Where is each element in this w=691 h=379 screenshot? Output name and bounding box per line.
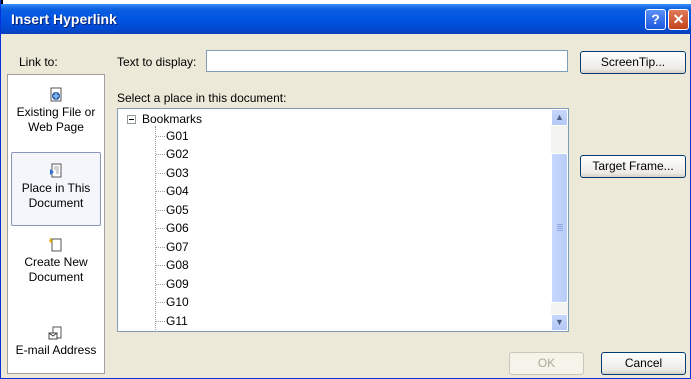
place-in-this-document[interactable]: Place in This Document: [11, 152, 101, 226]
tree-item[interactable]: G08: [166, 257, 189, 273]
tree-root-label: Bookmarks: [142, 112, 203, 126]
tree-item[interactable]: G11: [166, 313, 188, 329]
collapse-icon[interactable]: [127, 115, 136, 125]
place-in-this-document-line1: Place in This: [21, 181, 91, 195]
new-document-icon: [49, 237, 62, 252]
globe-document-icon: [50, 87, 62, 102]
tree-item[interactable]: G01: [166, 128, 189, 144]
place-email-address-line1: E-mail Address: [15, 343, 97, 357]
close-button[interactable]: ✕: [668, 9, 689, 30]
link-to-place-bar: Existing File or Web Page Place in This …: [7, 74, 105, 374]
dialog-title: Insert Hyperlink: [11, 11, 117, 27]
tree-item[interactable]: G03: [166, 165, 189, 181]
tree-item[interactable]: G02: [166, 146, 189, 162]
tree-item[interactable]: G04: [166, 183, 189, 199]
scroll-up-button[interactable]: ▲: [551, 109, 568, 126]
scroll-down-button[interactable]: ▼: [551, 314, 568, 331]
tree-root-bookmarks[interactable]: Bookmarks: [127, 111, 202, 127]
grip-icon: [557, 224, 563, 225]
place-existing-file-line2: Web Page: [28, 120, 84, 134]
place-tree[interactable]: Bookmarks G01 G02 G03 G04 G05 G06 G07 G0…: [117, 108, 569, 332]
tree-item[interactable]: G07: [166, 239, 189, 255]
cancel-button[interactable]: Cancel: [601, 352, 686, 375]
place-email-address[interactable]: E-mail Address: [8, 325, 104, 358]
help-button[interactable]: ?: [645, 9, 666, 30]
close-icon: ✕: [672, 11, 685, 27]
scroll-thumb[interactable]: [551, 153, 568, 303]
link-to-label: Link to:: [19, 55, 58, 69]
tree-item[interactable]: G05: [166, 202, 189, 218]
target-frame-button[interactable]: Target Frame...: [580, 155, 686, 178]
text-to-display-input[interactable]: [206, 50, 568, 72]
document-place-icon: [50, 163, 62, 178]
text-to-display-label: Text to display:: [117, 55, 197, 69]
place-existing-file[interactable]: Existing File or Web Page: [8, 87, 104, 135]
tree-item[interactable]: G10: [166, 294, 189, 310]
email-icon: [48, 326, 62, 340]
place-existing-file-line1: Existing File or: [16, 105, 96, 119]
place-create-new-document[interactable]: Create New Document: [8, 237, 104, 285]
title-bar[interactable]: Insert Hyperlink ? ✕: [1, 4, 691, 34]
place-create-new-document-line2: Document: [28, 270, 84, 284]
ok-button[interactable]: OK: [509, 352, 584, 375]
place-create-new-document-line1: Create New: [24, 255, 88, 269]
place-in-this-document-line2: Document: [28, 196, 84, 210]
insert-hyperlink-dialog: Insert Hyperlink ? ✕ Link to: Existing F…: [0, 0, 691, 379]
vertical-scrollbar[interactable]: ▲ ▼: [551, 109, 568, 331]
chevron-up-icon: ▲: [555, 112, 564, 122]
help-icon: ?: [651, 11, 660, 27]
chevron-down-icon: ▼: [555, 317, 564, 327]
tree-item[interactable]: G06: [166, 220, 189, 236]
screentip-button[interactable]: ScreenTip...: [580, 51, 686, 74]
tree-item[interactable]: G09: [166, 276, 189, 292]
select-place-label: Select a place in this document:: [117, 91, 287, 105]
